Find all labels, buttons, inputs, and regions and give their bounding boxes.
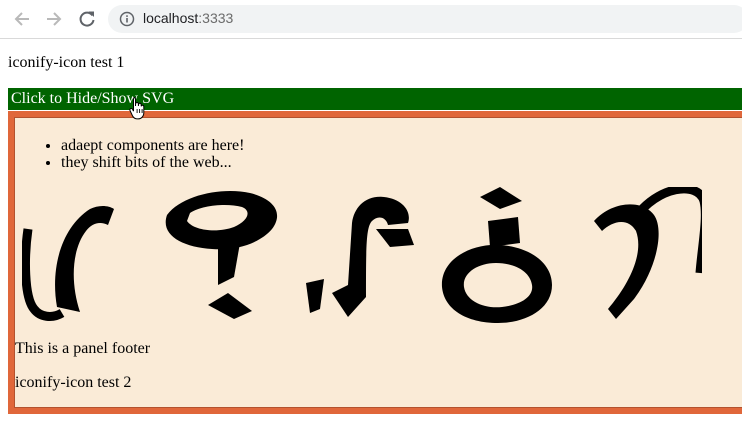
test2-text: iconify-icon test 2	[15, 374, 132, 391]
panel-footer: This is a panel footer	[15, 340, 151, 357]
list-item: adaept components are here!	[61, 137, 244, 154]
toggle-svg-button[interactable]: Click to Hide/Show SVG	[8, 88, 742, 110]
url-port: :3333	[198, 10, 234, 26]
glyph-4-icon	[441, 187, 552, 323]
panel: adaept components are here! they shift b…	[8, 111, 742, 414]
list-item: they shift bits of the web...	[61, 154, 244, 171]
iconify-glyphs-svg	[22, 187, 702, 323]
url-text[interactable]: localhost:3333	[143, 10, 233, 26]
back-arrow-icon[interactable]	[12, 9, 32, 29]
test1-text: iconify-icon test 1	[8, 54, 125, 71]
reload-icon[interactable]	[77, 9, 97, 29]
hand-cursor-icon	[129, 96, 147, 120]
url-host: localhost	[143, 10, 199, 26]
glyph-3-icon	[306, 196, 414, 317]
address-bar[interactable]: localhost:3333	[108, 5, 742, 33]
info-icon[interactable]	[119, 11, 135, 27]
browser-toolbar: localhost:3333	[0, 0, 742, 39]
glyph-2-icon	[165, 191, 278, 319]
toggle-svg-label: Click to Hide/Show SVG	[11, 90, 175, 107]
forward-arrow-icon[interactable]	[44, 9, 64, 29]
glyph-1-icon	[22, 206, 114, 321]
panel-list: adaept components are here! they shift b…	[36, 137, 244, 171]
glyph-5-icon	[594, 187, 702, 319]
